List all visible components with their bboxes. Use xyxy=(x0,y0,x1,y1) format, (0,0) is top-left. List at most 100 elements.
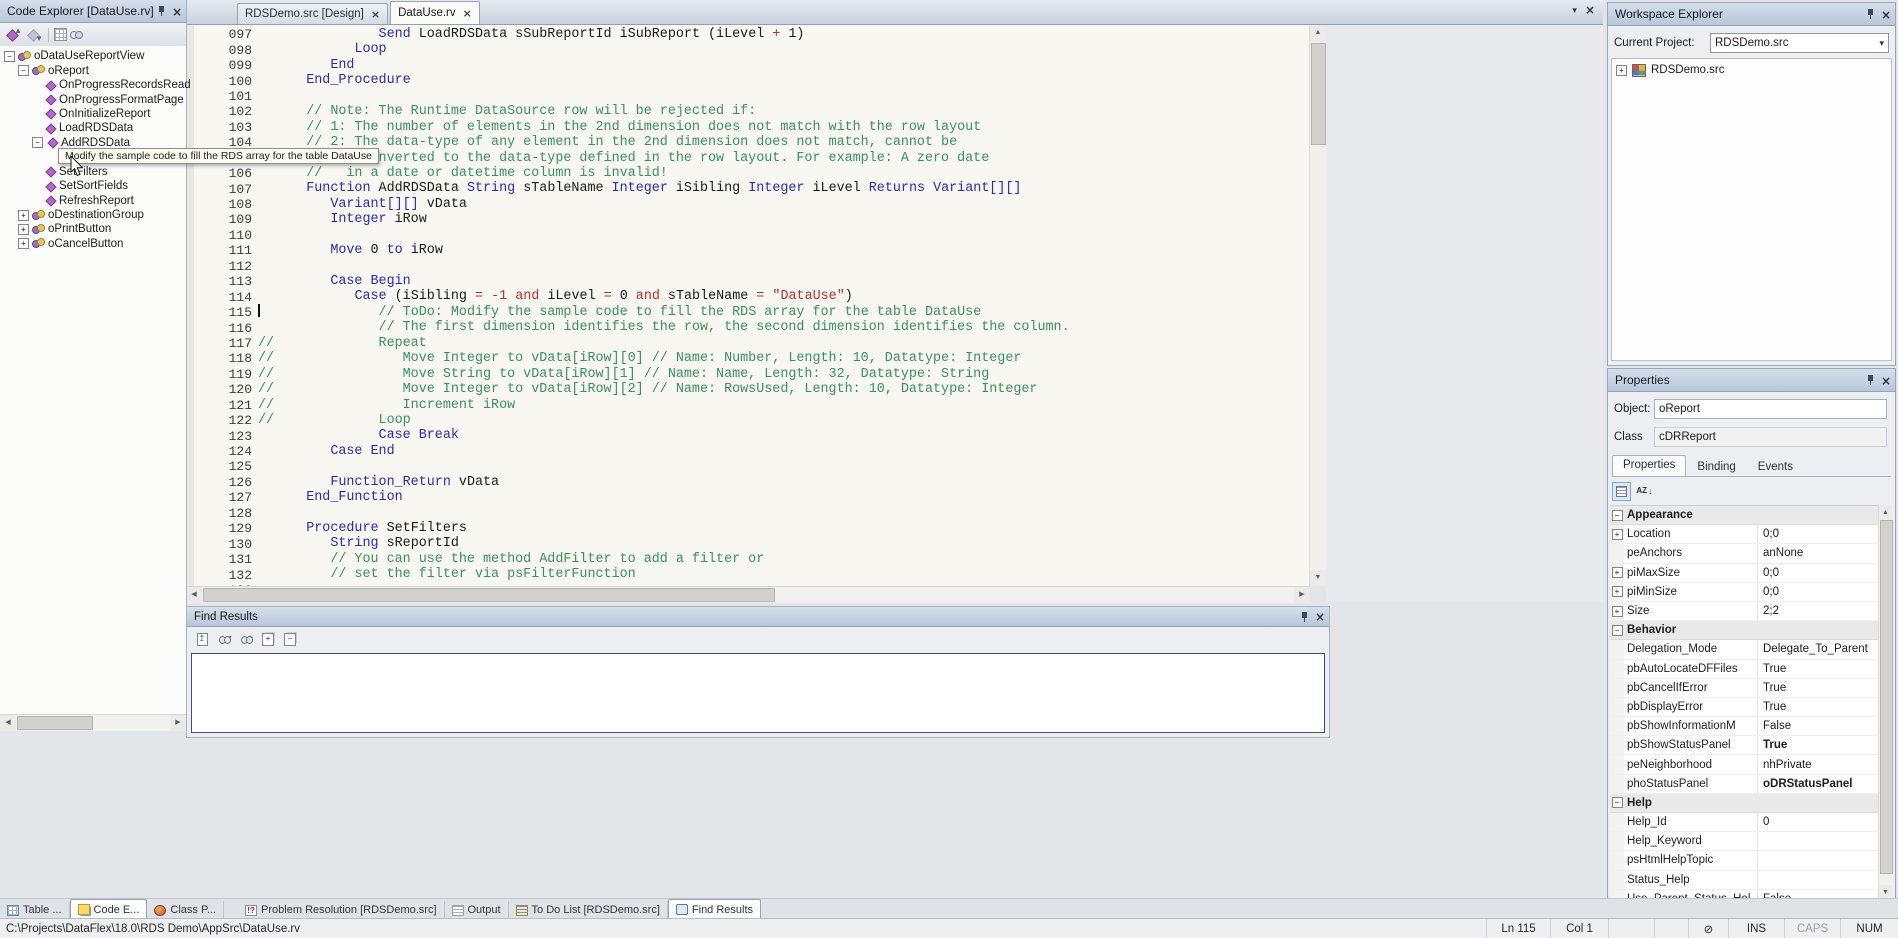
code-line[interactable]: 107 Function AddRDSData String sTableNam… xyxy=(194,181,1310,196)
property-value[interactable]: True xyxy=(1757,679,1881,697)
code-line[interactable]: 098 Loop xyxy=(194,42,1310,57)
tree-item-odatausereportview[interactable]: −oDataUseReportView xyxy=(0,49,186,63)
scroll-left-icon[interactable]: ◀ xyxy=(0,715,16,731)
pin-icon[interactable] xyxy=(157,6,166,17)
code-line[interactable]: 108 Variant[][] vData xyxy=(194,197,1310,212)
chevron-down-icon[interactable]: ▾ xyxy=(1572,5,1577,16)
property-row-piminsize[interactable]: +piMinSize0;0 xyxy=(1610,583,1881,602)
property-value[interactable]: anNone xyxy=(1757,544,1881,562)
property-value[interactable]: 0;0 xyxy=(1757,583,1881,601)
property-value[interactable]: nhPrivate xyxy=(1757,755,1881,773)
property-row-phostatuspanel[interactable]: phoStatusPaneloDRStatusPanel xyxy=(1610,775,1881,794)
tree-item-refreshreport[interactable]: RefreshReport xyxy=(0,193,186,207)
code-line[interactable]: 126 Function_Return vData xyxy=(194,475,1310,490)
property-grid-vscrollbar[interactable]: ▲ ▼ xyxy=(1878,505,1893,901)
tree-item-ocancelbutton[interactable]: +oCancelButton xyxy=(0,237,186,251)
scroll-thumb[interactable] xyxy=(1880,520,1893,874)
property-value[interactable]: oDRStatusPanel xyxy=(1757,775,1881,793)
code-line[interactable]: 115 // ToDo: Modify the sample code to f… xyxy=(194,305,1310,320)
code-line[interactable]: 103 // 1: The number of elements in the … xyxy=(194,120,1310,135)
scroll-down-icon[interactable]: ▼ xyxy=(1310,570,1326,586)
expand-plus-icon[interactable]: + xyxy=(1612,606,1623,617)
property-row-size[interactable]: +Size2;2 xyxy=(1610,602,1881,621)
property-row-location[interactable]: +Location0;0 xyxy=(1610,525,1881,544)
goto-result-icon[interactable] xyxy=(193,631,211,648)
property-value[interactable]: True xyxy=(1757,660,1881,678)
bottom-tab-table[interactable]: Table ... xyxy=(0,901,70,919)
property-value[interactable]: 0 xyxy=(1757,813,1881,831)
code-line[interactable]: 129 Procedure SetFilters xyxy=(194,521,1310,536)
expand-minus-icon[interactable]: − xyxy=(18,65,29,76)
collapse-minus-icon[interactable]: − xyxy=(1612,797,1623,808)
previous-result-icon[interactable]: ◂ xyxy=(215,631,233,648)
property-value[interactable] xyxy=(1757,851,1881,869)
scroll-up-icon[interactable]: ▲ xyxy=(1879,505,1892,521)
close-icon[interactable]: × xyxy=(1315,611,1325,623)
property-category-appearance[interactable]: −Appearance xyxy=(1610,506,1881,525)
property-row-status-help[interactable]: Status_Help xyxy=(1610,871,1881,890)
tree-item-setsortfields[interactable]: SetSortFields xyxy=(0,179,186,193)
close-icon[interactable]: × xyxy=(371,9,380,20)
pin-icon[interactable] xyxy=(1300,612,1309,623)
expand-plus-icon[interactable]: + xyxy=(18,238,29,249)
categorized-icon[interactable] xyxy=(1612,482,1631,501)
tree-item-loadrdsdata[interactable]: LoadRDSData xyxy=(0,121,186,135)
collapse-all-icon[interactable]: − xyxy=(281,631,299,648)
code-line[interactable]: 132 // set the filter via psFilterFuncti… xyxy=(194,567,1310,582)
move-up-icon[interactable]: ▲ xyxy=(4,27,22,43)
bottom-tab-find-results[interactable]: Find Results xyxy=(668,899,761,919)
expand-minus-icon[interactable]: − xyxy=(4,51,15,62)
next-result-icon[interactable]: ▸ xyxy=(237,631,255,648)
pin-icon[interactable] xyxy=(1866,375,1875,386)
tab-properties[interactable]: Properties xyxy=(1612,455,1686,476)
property-value[interactable]: 0;0 xyxy=(1757,564,1881,582)
expand-plus-icon[interactable]: + xyxy=(1612,567,1623,578)
tree-item-todo[interactable]: Modify the sample code to fill the RDS a… xyxy=(0,150,186,164)
code-line[interactable]: 110 xyxy=(194,228,1310,243)
tree-item-oninitializereport[interactable]: OnInitializeReport xyxy=(0,107,186,121)
property-value[interactable]: Delegate_To_Parent xyxy=(1757,640,1881,658)
property-category-help[interactable]: −Help xyxy=(1610,794,1881,813)
code-line[interactable]: 113 Case Begin xyxy=(194,274,1310,289)
code-line[interactable]: 120// Move Integer to vData[iRow][2] // … xyxy=(194,382,1310,397)
code-line[interactable]: 100 End_Procedure xyxy=(194,73,1310,88)
property-row-delegation-mode[interactable]: Delegation_ModeDelegate_To_Parent xyxy=(1610,640,1881,659)
scroll-thumb[interactable] xyxy=(1311,43,1326,145)
code-line[interactable]: 123 Case Break xyxy=(194,428,1310,443)
sync-icon[interactable] xyxy=(70,30,83,40)
tree-item-oprintbutton[interactable]: +oPrintButton xyxy=(0,222,186,236)
tree-item-onprogressformatpage[interactable]: OnProgressFormatPage xyxy=(0,92,186,106)
property-value[interactable] xyxy=(1757,871,1881,889)
code-line[interactable]: 122// Loop xyxy=(194,413,1310,428)
scroll-up-icon[interactable]: ▲ xyxy=(1310,25,1326,41)
pin-icon[interactable] xyxy=(1866,9,1875,20)
code-line[interactable]: 099 End xyxy=(194,58,1310,73)
collapse-minus-icon[interactable]: − xyxy=(1612,625,1623,636)
close-document-icon[interactable]: × xyxy=(1585,4,1595,16)
scroll-left-icon[interactable]: ◀ xyxy=(186,587,202,603)
property-value[interactable]: 0;0 xyxy=(1757,525,1881,543)
code-line[interactable]: 102 // Note: The Runtime DataSource row … xyxy=(194,104,1310,119)
close-icon[interactable]: × xyxy=(463,8,472,19)
tab-datause-rv[interactable]: DataUse.rv× xyxy=(390,1,480,24)
code-line[interactable]: 097 Send LoadRDSData sSubReportId iSubRe… xyxy=(194,27,1310,42)
tab-rdsdemo-src-design[interactable]: RDSDemo.src [Design]× xyxy=(237,3,388,24)
tree-item-oreport[interactable]: −oReport xyxy=(0,63,186,77)
workspace-item-rdsdemo-src[interactable]: +RDSDemo.src xyxy=(1612,63,1891,77)
locate-in-code-icon[interactable] xyxy=(54,28,67,41)
property-row-peanchors[interactable]: peAnchorsanNone xyxy=(1610,544,1881,563)
bottom-tab-class-p[interactable]: Class P... xyxy=(147,901,224,919)
code-line[interactable]: 101 xyxy=(194,89,1310,104)
expand-plus-icon[interactable]: + xyxy=(18,224,29,235)
code-line[interactable]: 124 Case End xyxy=(194,444,1310,459)
code-editor-area[interactable]: 097 Send LoadRDSData sSubReportId iSubRe… xyxy=(186,25,1326,586)
code-line[interactable]: 109 Integer iRow xyxy=(194,212,1310,227)
property-row-pbshowinformationm[interactable]: pbShowInformationMFalse xyxy=(1610,717,1881,736)
property-row-pbshowstatuspanel[interactable]: pbShowStatusPanelTrue xyxy=(1610,736,1881,755)
expand-plus-icon[interactable]: + xyxy=(1616,65,1627,76)
code-line[interactable]: 125 xyxy=(194,459,1310,474)
expand-plus-icon[interactable]: + xyxy=(1612,529,1623,540)
code-line[interactable]: 106 // in a date or datetime column is i… xyxy=(194,166,1310,181)
scroll-thumb[interactable] xyxy=(203,588,775,602)
code-line[interactable]: 130 String sReportId xyxy=(194,536,1310,551)
